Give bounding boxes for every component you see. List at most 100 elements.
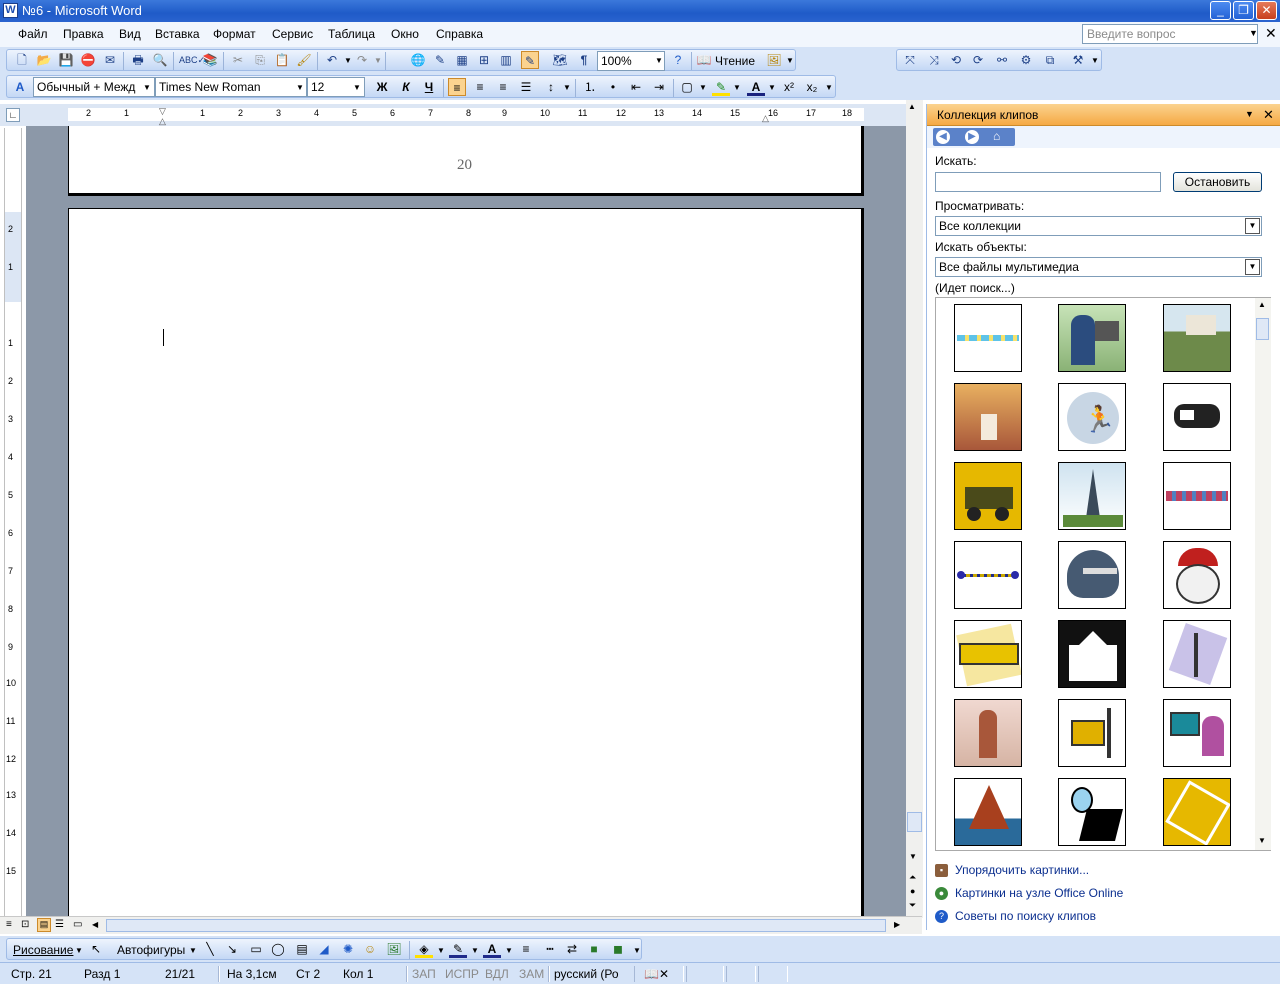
reading-label[interactable]: Чтение (715, 54, 755, 68)
rectangle-icon[interactable]: ▭ (247, 940, 265, 958)
bold-button[interactable]: Ж (373, 78, 391, 96)
tool2-icon[interactable]: ⤨ (925, 51, 943, 69)
drawing-menu[interactable]: Рисование (13, 943, 73, 957)
drawing-menu-arrow-icon[interactable]: ▼ (75, 946, 83, 955)
draw-font-color-icon[interactable]: A (483, 940, 501, 958)
save-icon[interactable]: 💾 (57, 51, 75, 69)
clip-thumbnail[interactable] (1058, 620, 1126, 688)
line-color-arrow-icon[interactable]: ▼ (471, 946, 479, 955)
font-combo[interactable]: Times New Roman (155, 77, 307, 97)
tool5-icon[interactable]: ⚯ (993, 51, 1011, 69)
ask-dropdown-arrow-icon[interactable]: ▼ (1249, 28, 1258, 38)
search-tips-link[interactable]: Советы по поиску клипов (955, 909, 1096, 923)
spelling-icon[interactable]: ABC✓ (179, 51, 205, 69)
document-map-icon[interactable]: 🗺 (551, 51, 569, 69)
zoom-dropdown-icon[interactable]: ▼ (655, 56, 663, 65)
align-right-icon[interactable]: ≡ (494, 78, 512, 96)
draw-font-color-arrow-icon[interactable]: ▼ (505, 946, 513, 955)
style-dropdown-icon[interactable]: ▼ (143, 83, 151, 92)
clip-thumbnail[interactable] (1163, 462, 1231, 530)
shadow-style-icon[interactable]: ■ (585, 940, 603, 958)
align-left-icon[interactable]: ≡ (448, 78, 466, 96)
task-pane-close-icon[interactable]: ✕ (1263, 107, 1274, 123)
align-center-icon[interactable]: ≡ (471, 78, 489, 96)
new-document-icon[interactable]: 🗋 (13, 51, 31, 69)
clip-thumbnail[interactable] (1163, 620, 1231, 688)
insert-table-icon[interactable]: ▦ (453, 51, 471, 69)
toolbar-options-icon[interactable]: ▼ (786, 56, 794, 65)
tool1-icon[interactable]: ⤧ (901, 51, 919, 69)
menu-window[interactable]: Окно (391, 27, 419, 41)
clip-thumbnail[interactable] (954, 383, 1022, 451)
line-style-icon[interactable]: ≡ (517, 940, 535, 958)
highlight-dropdown-icon[interactable]: ▼ (733, 83, 741, 92)
clip-thumbnail[interactable]: 🏃 (1058, 383, 1126, 451)
justify-icon[interactable]: ☰ (517, 78, 535, 96)
superscript-icon[interactable]: x² (780, 78, 798, 96)
styles-formatting-icon[interactable]: A (11, 78, 29, 96)
insert-picture-icon[interactable]: 🖼 (385, 940, 403, 958)
fill-color-arrow-icon[interactable]: ▼ (437, 946, 445, 955)
menu-edit[interactable]: Правка (63, 27, 104, 41)
clip-thumbnail[interactable] (954, 304, 1022, 372)
objects-dropdown-icon[interactable]: ▼ (1245, 259, 1260, 275)
current-page[interactable] (68, 208, 864, 916)
print-icon[interactable]: 🖶 (129, 51, 147, 69)
clip-thumbnail[interactable] (1058, 541, 1126, 609)
permission-icon[interactable]: ⛔ (79, 51, 97, 69)
reading-icon[interactable]: 📖 (695, 51, 713, 69)
status-language[interactable]: русский (Ро (554, 967, 619, 981)
size-dropdown-icon[interactable]: ▼ (353, 83, 361, 92)
font-color-icon[interactable]: A (747, 78, 765, 96)
minimize-button[interactable]: _ (1210, 1, 1231, 20)
insert-clip-art-icon[interactable]: ☺ (361, 940, 379, 958)
previous-page[interactable]: 20 (68, 126, 864, 196)
status-track-changes[interactable]: ИСПР (445, 967, 479, 981)
task-pane-menu-icon[interactable]: ▼ (1245, 109, 1254, 119)
redo-dropdown-icon[interactable]: ▼ (374, 56, 382, 65)
status-record[interactable]: ЗАП (412, 967, 436, 981)
show-hide-icon[interactable]: ¶ (575, 51, 593, 69)
scroll-left-icon[interactable]: ◀ (92, 920, 98, 929)
menu-tools[interactable]: Сервис (272, 27, 313, 41)
home-icon[interactable]: ⌂ (993, 129, 1000, 143)
underline-button[interactable]: Ч (420, 78, 438, 96)
line-spacing-dropdown-icon[interactable]: ▼ (563, 83, 571, 92)
previous-page-icon[interactable]: ⏶ (909, 872, 916, 883)
drawing-toggle-icon[interactable]: ✎ (521, 51, 539, 69)
style-combo[interactable]: Обычный + Межд (33, 77, 155, 97)
ask-question-input[interactable]: Введите вопрос (1082, 24, 1258, 44)
clip-thumbnail[interactable] (954, 541, 1022, 609)
organize-clips-link[interactable]: Упорядочить картинки... (955, 863, 1089, 877)
diagram-icon[interactable]: ✺ (339, 940, 357, 958)
clip-thumbnail[interactable] (954, 620, 1022, 688)
subscript-icon[interactable]: x₂ (803, 78, 821, 96)
tool3-icon[interactable]: ⟲ (947, 51, 965, 69)
line-spacing-icon[interactable]: ↕ (542, 78, 560, 96)
increase-indent-icon[interactable]: ⇥ (650, 78, 668, 96)
clip-thumbnail[interactable] (1058, 304, 1126, 372)
back-icon[interactable]: ◀ (936, 130, 950, 144)
autoshapes-menu[interactable]: Автофигуры (117, 943, 185, 957)
oval-icon[interactable]: ◯ (269, 940, 287, 958)
columns-icon[interactable]: ▥ (497, 51, 515, 69)
drawing-options-icon[interactable]: ▼ (633, 946, 641, 955)
fill-color-icon[interactable]: ◈ (415, 940, 433, 958)
horizontal-scrollbar[interactable]: ≡ ⊡ ▤ ☰ ▭ ◀ ▶ (0, 916, 922, 934)
clip-thumbnail[interactable] (1163, 541, 1231, 609)
menu-view[interactable]: Вид (119, 27, 141, 41)
tables-borders-icon[interactable]: ✎ (431, 51, 449, 69)
reading-view-icon[interactable]: ▭ (73, 919, 82, 930)
office-online-link[interactable]: Картинки на узле Office Online (955, 886, 1123, 900)
tool4-icon[interactable]: ⟳ (969, 51, 987, 69)
clip-thumbnail[interactable] (1058, 462, 1126, 530)
maximize-button[interactable]: ❐ (1233, 1, 1254, 20)
results-scroll-down-icon[interactable]: ▼ (1258, 836, 1266, 845)
objects-select[interactable]: Все файлы мультимедиа ▼ (935, 257, 1262, 277)
border-dropdown-icon[interactable]: ▼ (699, 83, 707, 92)
formatting-options-icon[interactable]: ▼ (825, 83, 833, 92)
menu-table[interactable]: Таблица (328, 27, 375, 41)
browse-select[interactable]: Все коллекции ▼ (935, 216, 1262, 236)
insert-excel-icon[interactable]: ⊞ (475, 51, 493, 69)
vertical-scrollbar[interactable]: ▲ ▼ ⏶ ● ⏷ (906, 100, 923, 918)
